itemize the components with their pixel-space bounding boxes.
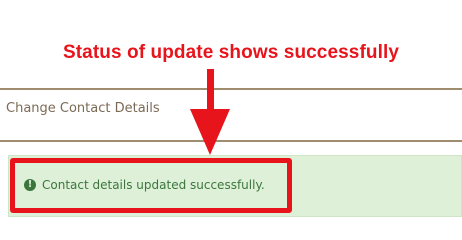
annotation-arrow-icon xyxy=(190,69,230,155)
section-title: Change Contact Details xyxy=(6,101,160,116)
annotation-callout: Status of update shows successfully xyxy=(62,42,400,63)
annotation-highlight-box xyxy=(10,158,292,213)
